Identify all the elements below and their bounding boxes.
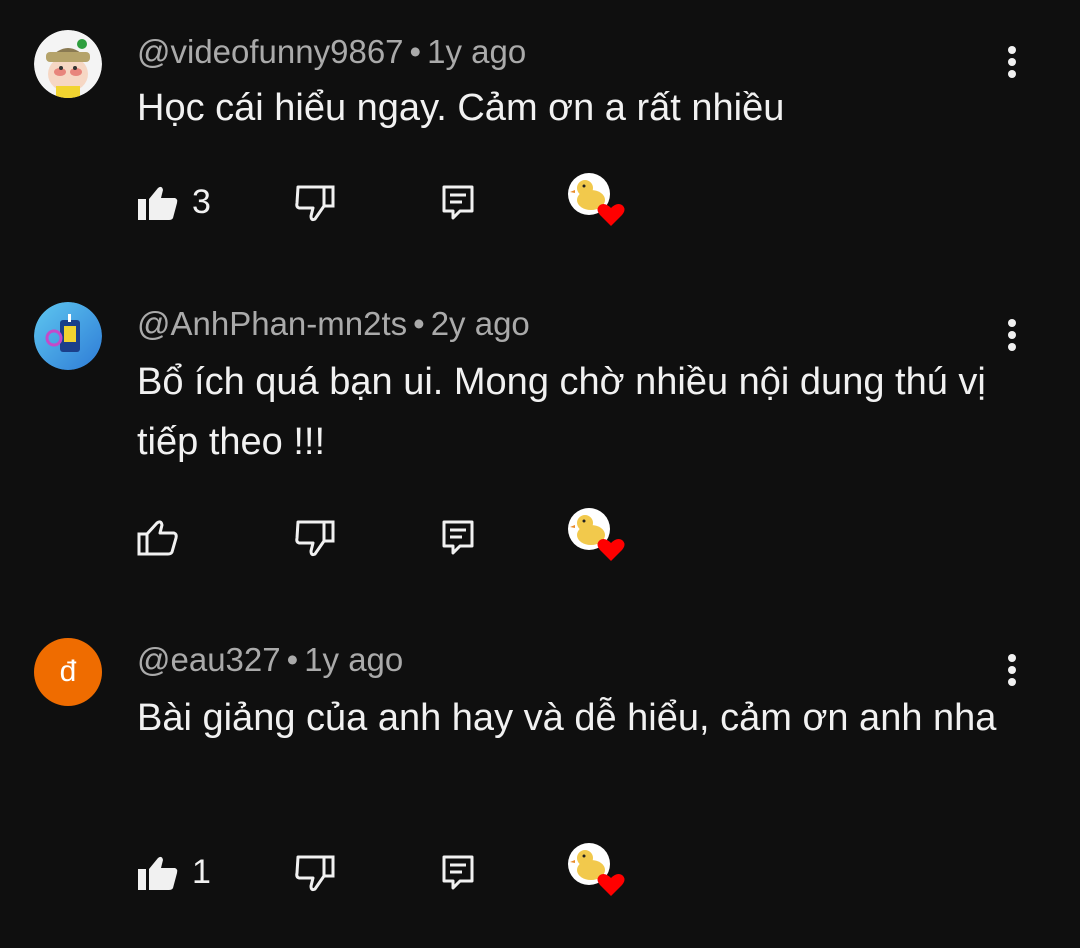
comment-author[interactable]: @eau327 bbox=[137, 641, 281, 678]
creator-heart-icon bbox=[568, 843, 625, 896]
avatar[interactable]: đ bbox=[34, 638, 102, 706]
meta-separator: • bbox=[413, 305, 425, 342]
more-options-icon[interactable] bbox=[996, 313, 1030, 357]
meta-separator: • bbox=[286, 641, 299, 678]
comment-time: 1y ago bbox=[427, 33, 527, 70]
thumbs-up-icon[interactable] bbox=[137, 519, 179, 557]
more-options-icon[interactable] bbox=[996, 648, 1030, 692]
creator-heart-icon bbox=[568, 173, 625, 226]
thumbs-down-icon[interactable] bbox=[294, 519, 336, 557]
thumbs-up-filled-icon[interactable] bbox=[137, 854, 179, 892]
thumbs-down-icon[interactable] bbox=[294, 854, 336, 892]
avatar[interactable] bbox=[34, 30, 102, 98]
reply-icon[interactable] bbox=[441, 519, 475, 555]
more-options-icon[interactable] bbox=[996, 40, 1030, 84]
comment-actions: 1 bbox=[137, 843, 657, 896]
like-count: 3 bbox=[192, 183, 211, 221]
avatar[interactable] bbox=[34, 302, 102, 370]
comment-author[interactable]: @videofunny9867 bbox=[137, 33, 404, 70]
comment-meta: @videofunny9867 • 1y ago bbox=[137, 32, 526, 72]
music-avatar-icon bbox=[34, 302, 102, 370]
comment-actions bbox=[137, 508, 657, 561]
comment-time: 1y ago bbox=[304, 641, 404, 678]
reply-icon[interactable] bbox=[441, 184, 475, 220]
like-count: 1 bbox=[192, 853, 211, 891]
meta-separator: • bbox=[409, 33, 422, 70]
creator-heart-icon bbox=[568, 508, 625, 561]
reply-icon[interactable] bbox=[441, 854, 475, 890]
comment-time: 2y ago bbox=[430, 305, 530, 342]
comment-text: Bài giảng của anh hay và dễ hiểu, cảm ơn… bbox=[137, 697, 997, 739]
cartoon-avatar-icon bbox=[34, 30, 102, 98]
comment-text: Bổ ích quá bạn ui. Mong chờ nhiều nội du… bbox=[137, 361, 986, 463]
thumbs-down-icon[interactable] bbox=[294, 184, 336, 222]
comment-meta: @eau327 • 1y ago bbox=[137, 640, 403, 680]
thumbs-up-filled-icon[interactable] bbox=[137, 184, 179, 222]
comment-actions: 3 bbox=[137, 173, 657, 226]
comment-meta: @AnhPhan-mn2ts • 2y ago bbox=[137, 304, 530, 344]
comment-author[interactable]: @AnhPhan-mn2ts bbox=[137, 305, 407, 342]
comment-text: Học cái hiểu ngay. Cảm ơn a rất nhiều bbox=[137, 87, 785, 129]
